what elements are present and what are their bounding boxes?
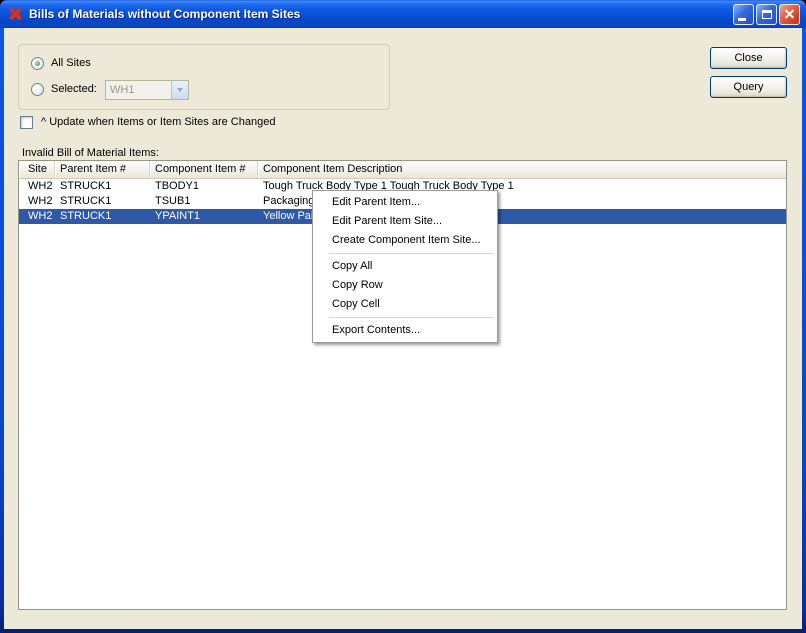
cell-site: WH2: [28, 180, 53, 192]
minimize-icon: [738, 17, 746, 21]
cell-parent-item: STRUCK1: [60, 180, 112, 192]
site-combobox-value: WH1: [110, 84, 135, 96]
menu-separator: [329, 253, 494, 254]
menu-item-export-contents[interactable]: Export Contents...: [313, 321, 497, 340]
context-menu: Edit Parent Item... Edit Parent Item Sit…: [312, 190, 498, 343]
window-title: Bills of Materials without Component Ite…: [29, 7, 301, 21]
app-icon: [8, 6, 23, 22]
maximize-icon: [761, 9, 772, 19]
minimize-button[interactable]: [733, 3, 754, 25]
combobox-arrow-button: [171, 81, 188, 99]
menu-item-edit-parent-item-site[interactable]: Edit Parent Item Site...: [313, 212, 497, 231]
all-sites-label: All Sites: [51, 57, 91, 69]
update-checkbox[interactable]: [20, 116, 33, 129]
menu-separator: [329, 317, 494, 318]
close-icon: [783, 8, 796, 21]
all-sites-radio[interactable]: [31, 57, 44, 70]
update-checkbox-label: ^ Update when Items or Item Sites are Ch…: [41, 116, 276, 128]
menu-item-copy-cell[interactable]: Copy Cell: [313, 295, 497, 314]
window: Bills of Materials without Component Ite…: [0, 0, 806, 633]
chevron-down-icon: [177, 88, 183, 92]
client-area: All Sites Selected: WH1 Close Query ^ Up…: [4, 28, 802, 629]
titlebar: Bills of Materials without Component Ite…: [0, 0, 806, 28]
cell-site: WH2: [28, 210, 53, 222]
titlebar-close-button[interactable]: [779, 3, 800, 25]
cell-parent-item: STRUCK1: [60, 210, 112, 222]
cell-component-item: TBODY1: [155, 180, 200, 192]
column-header-description[interactable]: Component Item Description: [258, 161, 786, 178]
column-header-component-item[interactable]: Component Item #: [150, 161, 258, 178]
cell-site: WH2: [28, 195, 53, 207]
site-combobox: WH1: [105, 80, 189, 100]
menu-item-create-component-item-site[interactable]: Create Component Item Site...: [313, 231, 497, 250]
menu-item-edit-parent-item[interactable]: Edit Parent Item...: [313, 193, 497, 212]
cell-component-item: TSUB1: [155, 195, 191, 207]
cell-parent-item: STRUCK1: [60, 195, 112, 207]
maximize-button[interactable]: [756, 3, 777, 25]
selected-label: Selected:: [51, 83, 97, 95]
close-button[interactable]: Close: [710, 47, 787, 69]
column-header-site[interactable]: Site: [19, 161, 55, 178]
cell-component-item: YPAINT1: [155, 210, 201, 222]
table-header: Site Parent Item # Component Item # Comp…: [19, 161, 786, 179]
menu-item-copy-all[interactable]: Copy All: [313, 257, 497, 276]
selected-radio[interactable]: [31, 83, 44, 96]
menu-item-copy-row[interactable]: Copy Row: [313, 276, 497, 295]
column-header-parent-item[interactable]: Parent Item #: [55, 161, 150, 178]
query-button[interactable]: Query: [710, 76, 787, 98]
